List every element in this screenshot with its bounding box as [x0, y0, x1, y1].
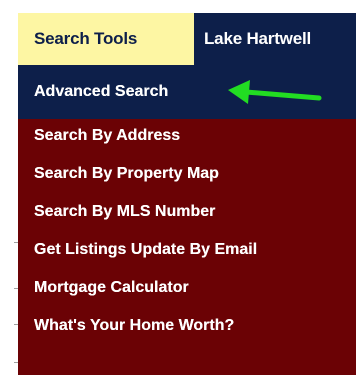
screenshot-stage: Search Tools Lake Hartwell Advanced Sear…	[0, 0, 356, 391]
menu-item-label: Mortgage Calculator	[34, 279, 189, 296]
tab-label: Search Tools	[34, 29, 138, 48]
left-arrow-icon	[228, 80, 322, 104]
menu-item-get-listings-update-by-email[interactable]: Get Listings Update By Email	[18, 231, 356, 269]
menu-item-search-by-property-map[interactable]: Search By Property Map	[18, 155, 356, 193]
menu-item-search-by-address[interactable]: Search By Address	[18, 117, 356, 155]
menu-item-whats-your-home-worth[interactable]: What's Your Home Worth?	[18, 307, 356, 345]
menu-item-label: Advanced Search	[34, 83, 169, 100]
top-navigation-bar: Search Tools Lake Hartwell	[18, 13, 356, 65]
menu-item-search-by-mls-number[interactable]: Search By MLS Number	[18, 193, 356, 231]
menu-item-label: What's Your Home Worth?	[34, 317, 235, 334]
tab-lake-hartwell[interactable]: Lake Hartwell	[194, 13, 356, 65]
menu-item-label: Search By Property Map	[34, 165, 219, 182]
menu-item-label: Get Listings Update By Email	[34, 241, 258, 258]
menu-item-label: Search By Address	[34, 127, 181, 144]
menu-item-mortgage-calculator[interactable]: Mortgage Calculator	[18, 269, 356, 307]
tab-search-tools[interactable]: Search Tools	[18, 13, 194, 65]
tab-label: Lake Hartwell	[204, 29, 312, 48]
menu-item-label: Search By MLS Number	[34, 203, 216, 220]
